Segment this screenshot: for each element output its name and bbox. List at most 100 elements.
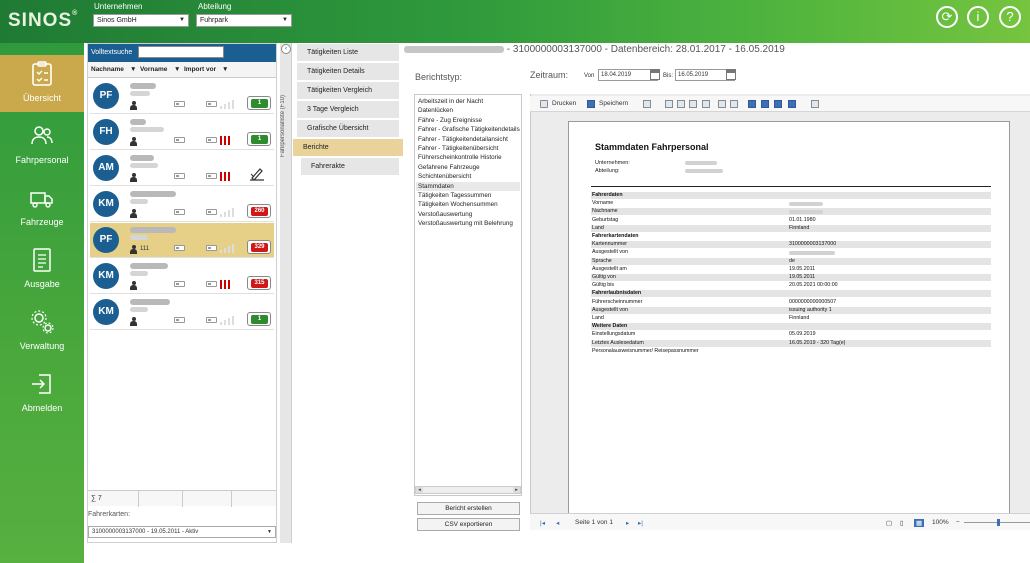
- menu-item[interactable]: Fahrerakte: [301, 158, 399, 175]
- text-icon[interactable]: [730, 100, 738, 108]
- info-icon[interactable]: i: [967, 6, 989, 28]
- col-firstname[interactable]: Vorname: [140, 66, 167, 73]
- menu-item[interactable]: 3 Tage Vergleich: [297, 101, 399, 118]
- col-import[interactable]: Import vor: [184, 66, 216, 73]
- calendar-icon[interactable]: [726, 69, 736, 80]
- report-key: Gültig von: [592, 274, 616, 280]
- create-report-button[interactable]: Bericht erstellen: [417, 502, 520, 515]
- report-type-item[interactable]: Fahrer - Grafische Tätigkeitendetails: [418, 126, 520, 133]
- prev-page-icon[interactable]: ◂: [556, 519, 559, 527]
- report-value: 16.05.2019 - 320 Tag(e): [789, 339, 846, 346]
- redacted-lastname: [130, 299, 170, 305]
- last-page-icon[interactable]: ▸|: [638, 519, 643, 527]
- scroll-left-icon[interactable]: ◂: [416, 487, 423, 493]
- report-type-item[interactable]: Fahrer - Tätigkeitenübersicht: [418, 145, 498, 152]
- report-type-item[interactable]: Stammdaten: [418, 183, 454, 190]
- menu-item[interactable]: Berichte: [293, 139, 403, 156]
- report-type-item[interactable]: Tätigkeiten Tagessummen: [418, 192, 491, 199]
- report-type-item[interactable]: Datenlücken: [418, 107, 453, 114]
- first-page-icon[interactable]: |◂: [540, 519, 545, 527]
- filter-icon[interactable]: ▼: [130, 66, 136, 73]
- csv-export-button[interactable]: CSV exportieren: [417, 518, 520, 531]
- report-type-item[interactable]: Gefahrene Fahrzeuge: [418, 164, 480, 171]
- two-page-icon[interactable]: [761, 100, 769, 108]
- report-type-item[interactable]: Verstoßauswertung: [418, 211, 472, 218]
- nav-item-fahrpersonal[interactable]: Fahrpersonal: [0, 117, 84, 174]
- app-logo: SINOS®: [8, 10, 79, 31]
- multi-page-view-icon[interactable]: ▦: [914, 519, 925, 527]
- company-select[interactable]: Sinos GmbH ▼: [93, 14, 189, 27]
- from-date-input[interactable]: 18.04.2019: [598, 69, 658, 81]
- gears-icon: [31, 310, 54, 334]
- menu-item[interactable]: Grafische Übersicht: [297, 120, 399, 137]
- report-type-item[interactable]: Arbeitszeit in der Nacht: [418, 98, 483, 105]
- driver-row[interactable]: AM: [90, 151, 274, 186]
- driver-row[interactable]: KM 315: [90, 259, 274, 294]
- menu-item[interactable]: Tätigkeiten Vergleich: [297, 82, 399, 99]
- single-page-view-icon[interactable]: ▢: [886, 519, 892, 527]
- report-type-item[interactable]: Verstoßauswertung mit Belehrung: [418, 220, 513, 227]
- cut-icon[interactable]: [665, 100, 673, 108]
- report-type-item[interactable]: Fähre - Zug Ereignisse: [418, 117, 482, 124]
- signal-bars-icon: [220, 315, 242, 325]
- logout-icon: [32, 374, 51, 394]
- print-icon[interactable]: [540, 100, 548, 108]
- single-page-icon[interactable]: [748, 100, 756, 108]
- scroll-right-icon[interactable]: ▸: [513, 487, 520, 493]
- report-title: Stammdaten Fahrpersonal: [595, 142, 709, 152]
- driver-row[interactable]: KM 1: [90, 295, 274, 330]
- search-input[interactable]: [138, 46, 224, 58]
- nav-item-abmelden[interactable]: Abmelden: [0, 365, 84, 422]
- nav-label: Fahrpersonal: [15, 155, 69, 165]
- menu-item[interactable]: Tätigkeiten Details: [297, 63, 399, 80]
- find-icon[interactable]: [718, 100, 726, 108]
- copy-icon[interactable]: [677, 100, 685, 108]
- report-type-item[interactable]: Fahrer - Tätigkeitendetailansicht: [418, 136, 508, 143]
- save-icon[interactable]: [587, 100, 595, 108]
- filter-icon[interactable]: ▼: [222, 66, 228, 73]
- zoom-out-icon[interactable]: −: [956, 519, 960, 526]
- department-select[interactable]: Fuhrpark ▼: [196, 14, 292, 27]
- driver-cards-select[interactable]: 3100000003137000 - 19.05.2011 - Aktiv ▼: [88, 526, 276, 538]
- next-page-icon[interactable]: ▸: [626, 519, 629, 527]
- report-type-item[interactable]: Schichtenübersicht: [418, 173, 471, 180]
- col-lastname[interactable]: Nachname: [91, 66, 124, 73]
- filter-icon[interactable]: ▼: [174, 66, 180, 73]
- driver-list-tab[interactable]: ‹ Fahrpersonalliste (F10): [280, 43, 292, 543]
- page-title: - 3100000003137000 - Datenbereich: 28.01…: [404, 44, 785, 55]
- table-icon[interactable]: [702, 100, 710, 108]
- nav-item-verwaltung[interactable]: Verwaltung: [0, 303, 84, 360]
- nav-item-uebersicht[interactable]: Übersicht: [0, 55, 84, 112]
- report-row: Fahrerlaubnisdaten: [591, 290, 991, 298]
- report-type-item[interactable]: Führerscheinkontrolle Historie: [418, 154, 502, 161]
- calendar-icon[interactable]: [650, 69, 660, 80]
- redacted-firstname: [130, 91, 150, 96]
- sync-icon[interactable]: ⟳: [936, 6, 958, 28]
- export-icon[interactable]: [643, 100, 651, 108]
- zoom-icon[interactable]: [788, 100, 796, 108]
- fit-width-icon[interactable]: [774, 100, 782, 108]
- driver-row[interactable]: PF 111 329: [90, 223, 274, 258]
- paste-icon[interactable]: [689, 100, 697, 108]
- driver-row[interactable]: PF 1: [90, 79, 274, 114]
- help-icon[interactable]: ?: [999, 6, 1021, 28]
- zoom-slider-handle[interactable]: [997, 519, 1000, 526]
- report-value: Finnland: [789, 315, 810, 321]
- redacted-firstname: [130, 163, 158, 168]
- driver-row[interactable]: KM 260: [90, 187, 274, 222]
- signal-bars-icon: [220, 243, 242, 253]
- collapse-icon[interactable]: ‹: [281, 44, 291, 54]
- fullscreen-icon[interactable]: [811, 100, 819, 108]
- signature-icon: [250, 168, 264, 181]
- horizontal-scrollbar[interactable]: ◂ ▸: [415, 486, 521, 494]
- save-button[interactable]: Speichern: [599, 100, 628, 107]
- report-key: Gültig bis: [592, 282, 615, 289]
- print-button[interactable]: Drucken: [552, 100, 576, 107]
- nav-item-ausgabe[interactable]: Ausgabe: [0, 241, 84, 298]
- zoom-slider[interactable]: [964, 519, 1030, 526]
- menu-item[interactable]: Tätigkeiten Liste: [297, 44, 399, 61]
- nav-item-fahrzeuge[interactable]: Fahrzeuge: [0, 179, 84, 236]
- continuous-view-icon[interactable]: ▯: [900, 519, 904, 527]
- driver-row[interactable]: FH 1: [90, 115, 274, 150]
- report-type-item[interactable]: Tätigkeiten Wochensummen: [418, 201, 498, 208]
